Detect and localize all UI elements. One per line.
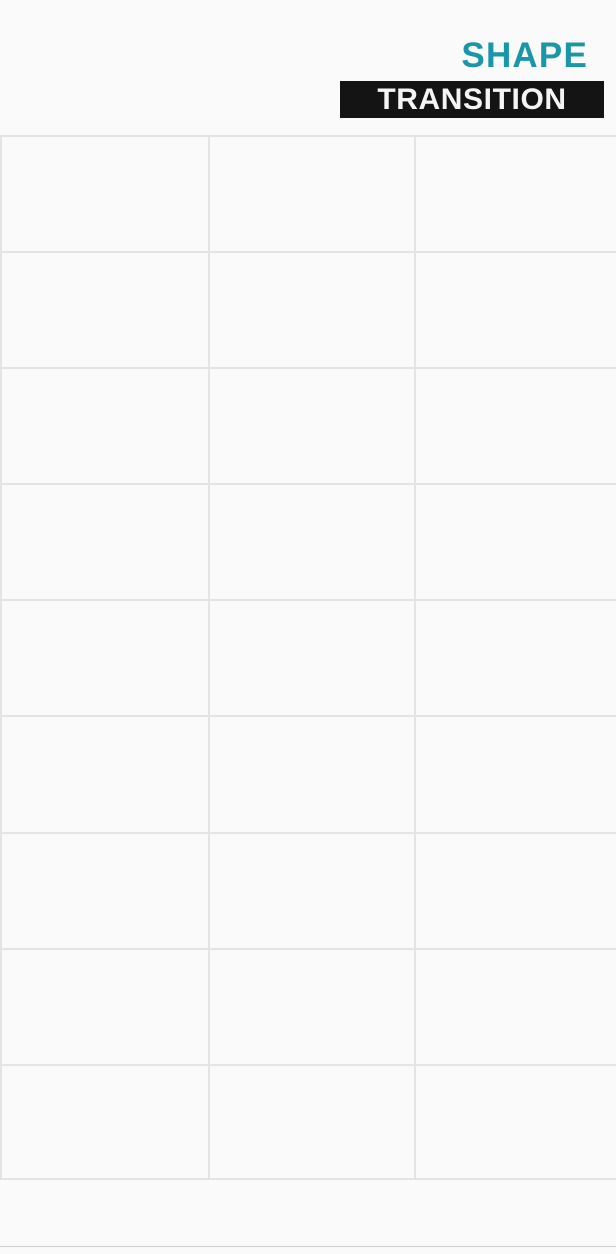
grid-cell-r7-c1[interactable] [0, 831, 208, 948]
grid-cell-r7-c3[interactable] [414, 831, 616, 948]
grid-cell-r5-c1[interactable] [0, 599, 208, 716]
grid-cell-r6-c1[interactable] [0, 715, 208, 832]
page-title-transition-banner: TRANSITION [340, 81, 604, 118]
grid-row [0, 135, 616, 252]
grid-cell-r2-c2[interactable] [208, 251, 414, 368]
content-grid [0, 135, 616, 1180]
grid-cell-r6-c3[interactable] [414, 715, 616, 832]
grid-cell-r1-c3[interactable] [414, 135, 616, 252]
grid-cell-r3-c1[interactable] [0, 367, 208, 484]
grid-cell-r7-c2[interactable] [208, 831, 414, 948]
page-title-shape: SHAPE [461, 36, 588, 75]
grid-cell-r1-c2[interactable] [208, 135, 414, 252]
grid-cell-r9-c3[interactable] [414, 1063, 616, 1180]
grid-cell-r3-c3[interactable] [414, 367, 616, 484]
grid-row [0, 1063, 616, 1180]
grid-cell-r2-c3[interactable] [414, 251, 616, 368]
grid-cell-r3-c2[interactable] [208, 367, 414, 484]
page-title-transition: TRANSITION [377, 83, 567, 116]
grid-row [0, 947, 616, 1064]
bottom-divider [0, 1246, 616, 1247]
grid-cell-r8-c3[interactable] [414, 947, 616, 1064]
grid-row [0, 251, 616, 368]
grid-cell-r4-c2[interactable] [208, 483, 414, 600]
grid-row [0, 599, 616, 716]
grid-cell-r4-c1[interactable] [0, 483, 208, 600]
grid-cell-r8-c1[interactable] [0, 947, 208, 1064]
grid-row [0, 367, 616, 484]
grid-row [0, 831, 616, 948]
grid-cell-r9-c2[interactable] [208, 1063, 414, 1180]
grid-row [0, 483, 616, 600]
grid-cell-r1-c1[interactable] [0, 135, 208, 252]
grid-cell-r4-c3[interactable] [414, 483, 616, 600]
grid-cell-r9-c1[interactable] [0, 1063, 208, 1180]
grid-cell-r5-c2[interactable] [208, 599, 414, 716]
grid-cell-r6-c2[interactable] [208, 715, 414, 832]
grid-cell-r2-c1[interactable] [0, 251, 208, 368]
grid-cell-r8-c2[interactable] [208, 947, 414, 1064]
page-header: SHAPE TRANSITION [0, 0, 616, 135]
grid-row [0, 715, 616, 832]
grid-cell-r5-c3[interactable] [414, 599, 616, 716]
